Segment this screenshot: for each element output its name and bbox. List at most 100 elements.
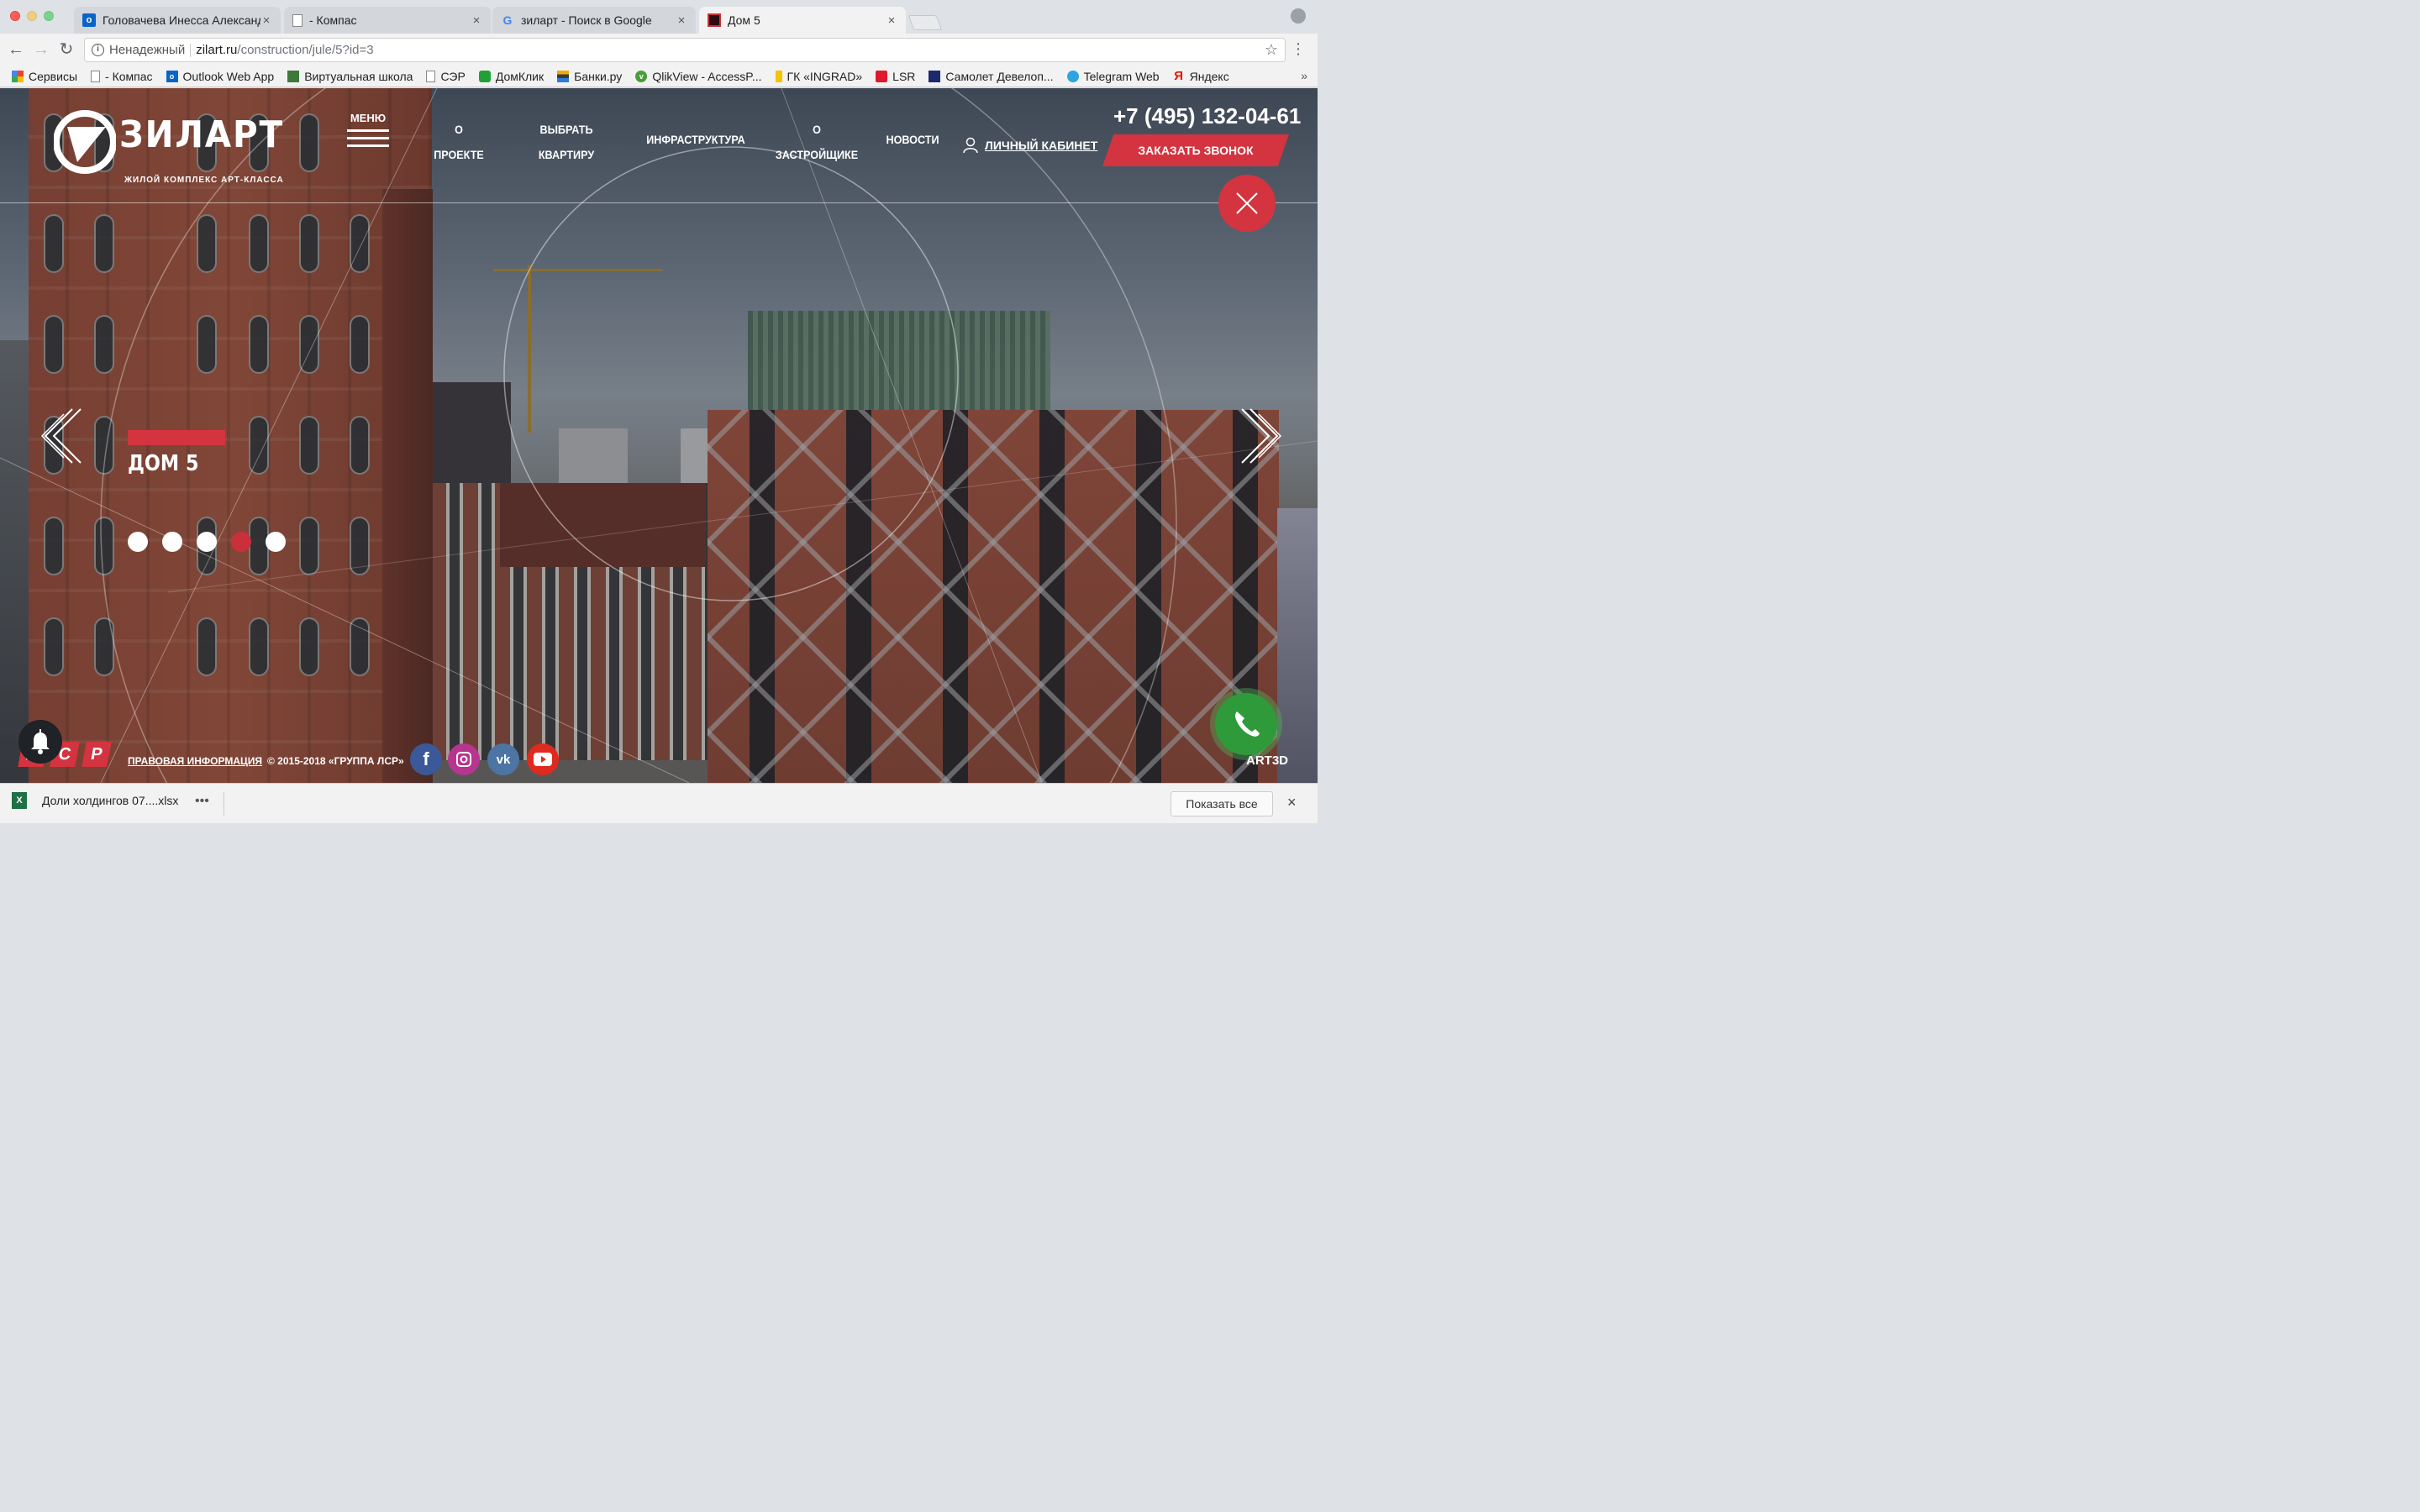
bookmark-outlook[interactable]: o Outlook Web App — [166, 70, 274, 83]
slide-dot-1[interactable] — [128, 532, 148, 552]
hamburger-icon — [345, 129, 392, 147]
bookmark-telegram[interactable]: Telegram Web — [1066, 70, 1160, 83]
profile-icon[interactable] — [1291, 8, 1306, 24]
call-widget-button[interactable] — [1215, 693, 1277, 755]
close-button[interactable] — [1218, 175, 1276, 232]
phone-number[interactable]: +7 (495) 132-04-61 — [1113, 103, 1301, 129]
bookmark-label: Банки.ру — [574, 69, 623, 83]
prev-slide-arrow-icon[interactable] — [37, 406, 84, 466]
show-all-downloads-button[interactable]: Показать все — [1171, 791, 1273, 816]
apps-grid-icon — [12, 70, 24, 82]
download-options-button[interactable]: ••• — [195, 794, 209, 809]
reload-icon[interactable]: ↻ — [57, 40, 76, 59]
bookmark-yandex[interactable]: Я Яндекс — [1173, 68, 1228, 83]
lsr-logo-letter: Р — [82, 742, 112, 767]
copyright-text: © 2015-2018 «ГРУППА ЛСР» — [267, 755, 404, 767]
zilart-logo[interactable]: ЗИЛАРТ ЖИЛОЙ КОМПЛЕКС АРТ-КЛАССА — [54, 107, 297, 185]
document-icon — [292, 13, 302, 27]
logo-wordmark: ЗИЛАРТ — [119, 113, 284, 156]
tab-dom5[interactable]: Дом 5 × — [699, 7, 906, 34]
nav-label-line1: О — [455, 123, 463, 136]
personal-account-link[interactable]: ЛИЧНЫЙ КАБИНЕТ — [963, 137, 1097, 154]
nav-news[interactable]: НОВОСТИ — [886, 127, 940, 152]
browser-menu-icon[interactable]: ⋮ — [1291, 41, 1306, 56]
tab-close-icon[interactable]: × — [886, 13, 897, 28]
nav-about-developer[interactable]: О ЗАСТРОЙЩИКЕ — [771, 117, 862, 167]
slide-dot-3[interactable] — [197, 532, 217, 552]
window-minimize-button[interactable] — [27, 11, 37, 21]
facebook-icon[interactable]: f — [410, 743, 442, 775]
download-item[interactable]: X Доли холдингов 07....xlsx — [12, 792, 178, 809]
tab-google-search[interactable]: G зиларт - Поиск в Google × — [492, 7, 696, 34]
bookmark-virtual-school[interactable]: Виртуальная школа — [287, 70, 413, 83]
account-label: ЛИЧНЫЙ КАБИНЕТ — [985, 139, 1098, 152]
bookmark-lsr[interactable]: LSR — [876, 70, 915, 83]
menu-button[interactable]: МЕНЮ — [345, 112, 392, 164]
tab-title: Дом 5 — [728, 13, 760, 27]
tab-outlook[interactable]: o Головачева Инесса Александ × — [74, 7, 281, 34]
legal-info-link[interactable]: ПРАВОВАЯ ИНФОРМАЦИЯ — [128, 755, 262, 767]
slide-dot-2[interactable] — [162, 532, 182, 552]
tab-strip: o Головачева Инесса Александ × - Компас … — [0, 0, 1318, 34]
bookmark-banki[interactable]: Банки.ру — [557, 70, 622, 83]
notification-bell-button[interactable] — [18, 720, 62, 764]
document-icon — [426, 70, 436, 82]
info-icon[interactable]: i — [92, 44, 104, 56]
nav-infrastructure[interactable]: ИНФРАСТРУКТУРА — [641, 127, 750, 152]
order-call-button[interactable]: ЗАКАЗАТЬ ЗВОНОК — [1102, 134, 1289, 166]
tab-title: - Компас — [309, 13, 357, 27]
document-icon — [91, 70, 101, 82]
window-close-button[interactable] — [10, 11, 20, 21]
nav-label-line1: ИНФРАСТРУКТУРА — [646, 133, 745, 146]
back-arrow-icon[interactable]: ← — [7, 40, 25, 59]
tab-close-icon[interactable]: × — [260, 13, 272, 28]
slide-dot-5[interactable] — [266, 532, 286, 552]
bookmark-label: ГК «INGRAD» — [786, 69, 863, 83]
address-bar[interactable]: i Ненадежный zilart.ru /construction/jul… — [84, 38, 1286, 62]
zilart-logo-mark-icon — [54, 110, 116, 174]
tab-close-icon[interactable]: × — [471, 13, 482, 28]
tab-title: зиларт - Поиск в Google — [521, 13, 652, 27]
bookmark-kompas[interactable]: - Компас — [91, 70, 153, 83]
new-tab-button[interactable] — [908, 15, 943, 30]
youtube-glyph — [534, 753, 552, 766]
lsr-icon — [876, 70, 888, 82]
tab-close-icon[interactable]: × — [676, 13, 687, 28]
nav-label-line2: ПРОЕКТЕ — [434, 148, 484, 161]
nav-choose-apartment[interactable]: ВЫБРАТЬ КВАРТИРУ — [529, 117, 604, 167]
youtube-icon[interactable] — [527, 743, 559, 775]
bookmark-ser[interactable]: СЭР — [426, 70, 466, 83]
bookmark-ingrad[interactable]: ГК «INGRAD» — [775, 69, 863, 83]
tab-kompas[interactable]: - Компас × — [284, 7, 491, 34]
window-maximize-button[interactable] — [44, 11, 54, 21]
bookmark-label: QlikView - AccessP... — [652, 69, 762, 83]
bookmark-qlikview[interactable]: v QlikView - AccessP... — [635, 69, 762, 83]
bookmark-label: Сервисы — [29, 69, 78, 83]
bookmark-samolet[interactable]: Самолет Девелоп... — [929, 70, 1054, 83]
nav-about-project[interactable]: О ПРОЕКТЕ — [424, 117, 494, 167]
bookmark-services[interactable]: Сервисы — [12, 70, 77, 83]
instagram-icon[interactable] — [448, 743, 480, 775]
download-filename: Доли холдингов 07....xlsx — [42, 794, 179, 807]
browser-toolbar: ← → ↻ i Ненадежный zilart.ru /constructi… — [0, 34, 1318, 66]
outlook-icon: o — [82, 13, 96, 27]
yandex-icon: Я — [1174, 68, 1183, 83]
next-slide-arrow-icon[interactable] — [1239, 406, 1286, 466]
bookmark-domclick[interactable]: ДомКлик — [478, 70, 544, 83]
slide-title: ДОМ 5 — [128, 451, 199, 476]
instagram-glyph — [456, 752, 471, 767]
bookmark-star-icon[interactable]: ☆ — [1265, 41, 1278, 59]
school-icon — [287, 70, 300, 82]
telegram-icon — [1066, 70, 1079, 82]
vk-icon[interactable]: vk — [487, 743, 519, 775]
bookmarks-overflow-button[interactable]: » — [1301, 69, 1307, 82]
nav-label-line1: ВЫБРАТЬ — [539, 123, 593, 136]
security-label: Ненадежный — [109, 43, 186, 57]
header-divider — [0, 202, 1318, 203]
forward-arrow-icon[interactable]: → — [32, 40, 50, 59]
slide-dot-4[interactable] — [231, 532, 251, 552]
google-icon: G — [502, 13, 513, 27]
close-download-bar-icon[interactable]: × — [1287, 794, 1297, 811]
bookmark-label: - Компас — [105, 69, 153, 83]
nav-label-line2: КВАРТИРУ — [538, 148, 595, 161]
